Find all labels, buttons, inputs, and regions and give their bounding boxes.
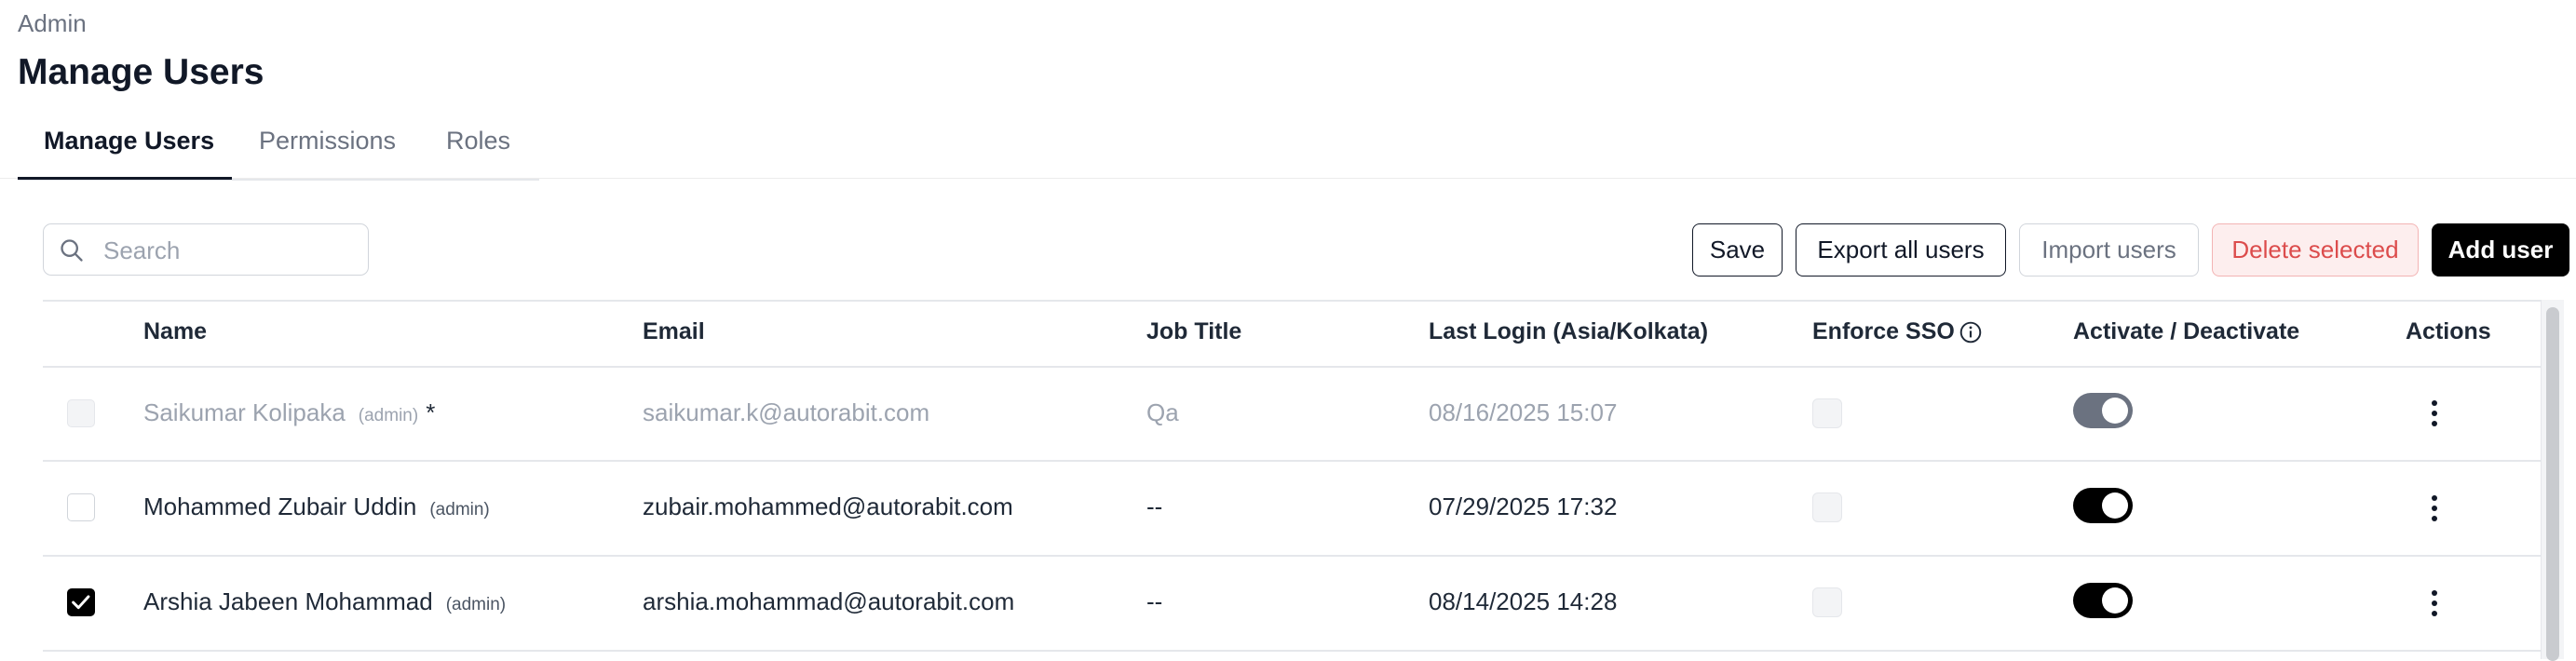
user-last-login: 07/29/2025 17:32 <box>1429 492 1618 520</box>
user-job-title: Qa <box>1146 398 1179 426</box>
user-job-title: -- <box>1146 587 1163 615</box>
kebab-menu-icon[interactable] <box>2425 585 2444 622</box>
add-user-button[interactable]: Add user <box>2432 223 2569 277</box>
column-header-last-login[interactable]: Last Login (Asia/Kolkata) <box>1429 318 1708 345</box>
row-divider <box>43 555 2541 557</box>
breadcrumb[interactable]: Admin <box>18 9 87 38</box>
row-divider <box>43 650 2541 652</box>
column-header-actions: Actions <box>2406 318 2491 344</box>
column-header-name[interactable]: Name <box>143 318 207 345</box>
active-tab-indicator <box>18 177 232 180</box>
delete-selected-button[interactable]: Delete selected <box>2212 223 2419 277</box>
row-select-checkbox[interactable] <box>67 493 95 521</box>
enforce-sso-checkbox <box>1812 398 1842 428</box>
role-tag: (admin) <box>429 500 490 519</box>
search-input[interactable] <box>102 232 357 269</box>
table-scrollbar[interactable] <box>2541 300 2564 661</box>
user-email: saikumar.k@autorabit.com <box>643 398 930 426</box>
user-name-cell: Saikumar Kolipaka (admin) * <box>143 398 435 427</box>
role-tag: (admin) <box>358 406 419 425</box>
user-last-login: 08/16/2025 15:07 <box>1429 398 1618 426</box>
page-title: Manage Users <box>18 52 264 92</box>
role-tag: (admin) <box>445 595 507 614</box>
user-last-login: 08/14/2025 14:28 <box>1429 587 1618 615</box>
user-email: arshia.mohammad@autorabit.com <box>643 587 1015 615</box>
tab-permissions[interactable]: Permissions <box>259 127 396 155</box>
info-icon[interactable] <box>1959 320 1983 344</box>
search-icon <box>61 239 83 262</box>
enforce-sso-checkbox <box>1812 492 1842 522</box>
user-name[interactable]: Arshia Jabeen Mohammad <box>143 587 433 615</box>
export-all-users-button[interactable]: Export all users <box>1796 223 2006 277</box>
toggle-knob <box>2102 587 2128 614</box>
column-header-enforce-sso: Enforce SSO <box>1812 318 1983 345</box>
activate-toggle <box>2073 393 2133 428</box>
tab-bar: Manage Users Permissions Roles <box>18 115 539 181</box>
user-email: zubair.mohammed@autorabit.com <box>643 492 1013 520</box>
row-select-checkbox[interactable] <box>67 588 95 616</box>
column-header-email[interactable]: Email <box>643 318 705 345</box>
current-user-marker: * <box>426 398 436 426</box>
save-button[interactable]: Save <box>1692 223 1783 277</box>
row-select-checkbox <box>67 399 95 427</box>
tab-roles[interactable]: Roles <box>446 127 510 155</box>
header-divider <box>43 366 2541 368</box>
user-name[interactable]: Mohammed Zubair Uddin <box>143 492 416 520</box>
tab-manage-users[interactable]: Manage Users <box>44 127 214 155</box>
user-name-cell: Mohammed Zubair Uddin (admin) <box>143 492 490 521</box>
enforce-sso-checkbox <box>1812 587 1842 617</box>
search-box[interactable] <box>43 223 369 276</box>
user-job-title: -- <box>1146 492 1163 520</box>
kebab-menu-icon[interactable] <box>2425 395 2444 432</box>
check-icon <box>72 595 90 610</box>
column-header-job-title[interactable]: Job Title <box>1146 318 1241 345</box>
table-top-border <box>43 300 2541 302</box>
scrollbar-thumb[interactable] <box>2546 307 2559 661</box>
activate-toggle[interactable] <box>2073 488 2133 523</box>
import-users-button[interactable]: Import users <box>2019 223 2199 277</box>
user-name-cell: Arshia Jabeen Mohammad (admin) <box>143 587 506 616</box>
toggle-knob <box>2102 398 2128 424</box>
column-header-activate: Activate / Deactivate <box>2073 318 2300 344</box>
activate-toggle[interactable] <box>2073 583 2133 618</box>
toggle-knob <box>2102 492 2128 519</box>
user-name[interactable]: Saikumar Kolipaka <box>143 398 346 426</box>
enforce-sso-label: Enforce SSO <box>1812 318 1955 344</box>
row-divider <box>43 460 2541 462</box>
kebab-menu-icon[interactable] <box>2425 490 2444 527</box>
